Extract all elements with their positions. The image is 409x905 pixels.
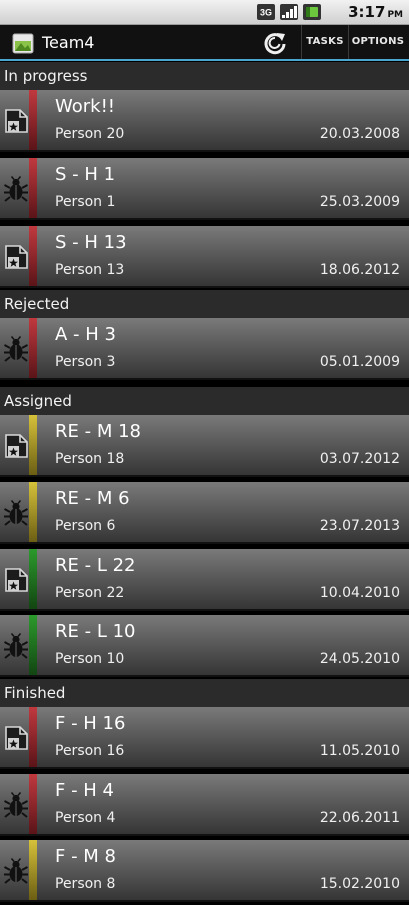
svg-text:3G: 3G [260, 8, 272, 18]
task-icon [3, 433, 29, 459]
section-header-rejected: Rejected [0, 290, 409, 318]
task-title: A - H 3 [55, 324, 116, 345]
priority-indicator [29, 158, 37, 218]
task-title: F - M 8 [55, 846, 116, 867]
options-button[interactable]: OPTIONS [348, 25, 407, 59]
task-icon [3, 567, 29, 593]
task-date: 23.07.2013 [319, 518, 400, 534]
task-icon [3, 108, 29, 134]
task-assignee: Person 20 [55, 126, 125, 142]
bug-icon [3, 336, 29, 362]
task-date: 22.06.2011 [319, 810, 400, 826]
clock: 3:17 PM [348, 3, 403, 21]
task-date: 18.06.2012 [319, 262, 400, 278]
task-row[interactable]: S - H 1 Person 1 25.03.2009 [0, 158, 409, 220]
priority-indicator [29, 549, 37, 609]
app-title: Team4 [42, 33, 95, 52]
clock-time: 3:17 [348, 3, 386, 21]
task-title: RE - L 22 [55, 555, 136, 576]
task-date: 20.03.2008 [319, 126, 400, 142]
task-assignee: Person 16 [55, 743, 125, 759]
task-row[interactable]: S - H 13 Person 13 18.06.2012 [0, 226, 409, 288]
task-date: 15.02.2010 [319, 876, 400, 892]
task-row[interactable]: F - H 4 Person 4 22.06.2011 [0, 774, 409, 836]
task-title: RE - L 10 [55, 621, 136, 642]
task-date: 10.04.2010 [319, 585, 400, 601]
signal-strength-icon [280, 4, 298, 20]
task-row[interactable]: F - M 8 Person 8 15.02.2010 [0, 840, 409, 902]
task-date: 25.03.2009 [319, 194, 400, 210]
task-row[interactable]: A - H 3 Person 3 05.01.2009 [0, 318, 409, 380]
section-header-assigned: Assigned [0, 387, 409, 415]
bug-icon [3, 633, 29, 659]
task-date: 24.05.2010 [319, 651, 400, 667]
task-date: 11.05.2010 [319, 743, 400, 759]
task-assignee: Person 3 [55, 354, 116, 370]
task-assignee: Person 8 [55, 876, 116, 892]
task-icon [3, 725, 29, 751]
tasks-button[interactable]: TASKS [301, 25, 348, 59]
task-title: Work!! [55, 96, 116, 117]
section-header-in-progress: In progress [0, 62, 409, 90]
task-row[interactable]: RE - M 18 Person 18 03.07.2012 [0, 415, 409, 477]
priority-indicator [29, 774, 37, 834]
bug-icon [3, 500, 29, 526]
task-title: RE - M 6 [55, 488, 130, 509]
priority-indicator [29, 482, 37, 542]
priority-indicator [29, 615, 37, 675]
network-3g-icon: 3G [257, 4, 275, 20]
priority-indicator [29, 415, 37, 475]
task-row[interactable]: Work!! Person 20 20.03.2008 [0, 90, 409, 152]
task-assignee: Person 10 [55, 651, 125, 667]
task-icon [3, 244, 29, 270]
priority-indicator [29, 226, 37, 286]
app-icon[interactable] [12, 32, 34, 54]
priority-indicator [29, 90, 37, 150]
section-header-finished: Finished [0, 679, 409, 707]
task-row[interactable]: F - H 16 Person 16 11.05.2010 [0, 707, 409, 769]
bug-icon [3, 792, 29, 818]
task-date: 03.07.2012 [319, 451, 400, 467]
task-title: RE - M 18 [55, 421, 141, 442]
task-assignee: Person 13 [55, 262, 125, 278]
task-assignee: Person 1 [55, 194, 116, 210]
task-assignee: Person 22 [55, 585, 125, 601]
task-title: S - H 1 [55, 164, 116, 185]
task-assignee: Person 18 [55, 451, 125, 467]
task-row[interactable]: RE - M 6 Person 6 23.07.2013 [0, 482, 409, 544]
task-row[interactable]: RE - L 10 Person 10 24.05.2010 [0, 615, 409, 677]
priority-indicator [29, 318, 37, 378]
priority-indicator [29, 840, 37, 900]
task-row[interactable]: RE - L 22 Person 22 10.04.2010 [0, 549, 409, 611]
task-title: S - H 13 [55, 232, 127, 253]
task-date: 05.01.2009 [319, 354, 400, 370]
bug-icon [3, 176, 29, 202]
battery-icon [303, 4, 321, 20]
clock-ampm: PM [387, 10, 403, 20]
status-bar: 3G 3:17 PM [0, 0, 409, 25]
refresh-icon[interactable] [260, 29, 290, 57]
bug-icon [3, 858, 29, 884]
task-assignee: Person 4 [55, 810, 116, 826]
priority-indicator [29, 707, 37, 767]
action-bar: Team4 TASKS OPTIONS [0, 25, 409, 61]
task-title: F - H 16 [55, 713, 126, 734]
task-title: F - H 4 [55, 780, 115, 801]
task-assignee: Person 6 [55, 518, 116, 534]
